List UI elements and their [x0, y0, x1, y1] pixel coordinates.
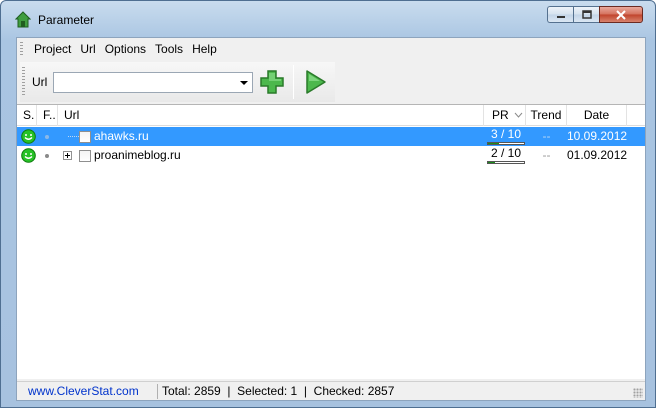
menu-url[interactable]: Url	[76, 38, 100, 60]
menu-project[interactable]: Project	[30, 38, 76, 60]
trend-cell: --	[542, 129, 551, 143]
url-combobox[interactable]	[53, 71, 254, 93]
column-header-pr-label: PR	[492, 108, 509, 122]
add-url-button[interactable]	[257, 67, 287, 97]
row-checkbox[interactable]	[79, 150, 91, 162]
status-ok-smiley-icon	[21, 129, 36, 144]
title-bar[interactable]: Parameter	[1, 1, 655, 37]
column-header-trend[interactable]: Trend	[526, 105, 567, 126]
close-button[interactable]	[599, 6, 643, 23]
house-icon	[15, 11, 31, 28]
maximize-icon	[581, 9, 592, 19]
table-header: S. F.. Url PR Trend Date	[17, 105, 645, 126]
play-icon	[306, 70, 327, 94]
url-table[interactable]: S. F.. Url PR Trend Date ahawks.ru 3 / 1…	[17, 104, 645, 379]
minimize-button[interactable]	[547, 6, 573, 23]
table-row[interactable]: proanimeblog.ru 2 / 10 -- 01.09.2012	[17, 146, 645, 165]
resize-grip[interactable]	[633, 388, 643, 398]
maximize-button[interactable]	[573, 6, 599, 23]
column-header-url[interactable]: Url	[58, 105, 484, 126]
client-area: Project Url Options Tools Help Url S. F.…	[16, 37, 646, 401]
date-cell: 10.09.2012	[567, 129, 628, 143]
status-ok-smiley-icon	[21, 148, 36, 163]
url-cell: proanimeblog.ru	[94, 148, 181, 162]
column-header-pr[interactable]: PR	[484, 105, 526, 126]
plus-icon	[260, 70, 285, 94]
toolbar: Url	[20, 62, 335, 102]
pr-value: 2 / 10	[491, 146, 522, 160]
pr-progress-fill	[488, 162, 496, 163]
column-header-date[interactable]: Date	[567, 105, 627, 126]
url-label: Url	[32, 75, 48, 89]
website-link[interactable]: www.CleverStat.com	[17, 384, 157, 398]
menu-grip[interactable]	[20, 42, 23, 56]
status-bar: www.CleverStat.com Total: 2859 | Selecte…	[17, 381, 645, 400]
menu-options[interactable]: Options	[101, 38, 151, 60]
toolbar-separator	[293, 65, 295, 99]
window-title: Parameter	[38, 13, 95, 27]
pr-progress-bar	[487, 142, 525, 145]
expand-plus-icon[interactable]	[63, 151, 72, 160]
sort-descending-icon	[514, 112, 523, 118]
menu-bar: Project Url Options Tools Help	[17, 38, 645, 60]
tree-connector	[68, 136, 79, 137]
table-row[interactable]: ahawks.ru 3 / 10 -- 10.09.2012	[17, 127, 645, 146]
app-window: Parameter Project Url Options Tools Help…	[0, 0, 656, 408]
url-cell: ahawks.ru	[94, 129, 149, 143]
menu-tools[interactable]: Tools	[151, 38, 188, 60]
status-text: Total: 2859 | Selected: 1 | Checked: 285…	[162, 384, 395, 398]
column-header-status[interactable]: S.	[17, 105, 37, 126]
trend-cell: --	[542, 148, 551, 162]
close-icon	[616, 9, 626, 20]
menu-help[interactable]: Help	[188, 38, 222, 60]
toolbar-grip[interactable]	[22, 67, 25, 97]
row-checkbox[interactable]	[79, 131, 91, 143]
pr-progress-bar	[487, 161, 525, 164]
column-header-flag[interactable]: F..	[37, 105, 58, 126]
run-button[interactable]	[300, 67, 330, 97]
pr-progress-fill	[488, 143, 499, 144]
date-cell: 01.09.2012	[567, 148, 628, 162]
dropdown-arrow-icon[interactable]	[240, 80, 249, 85]
status-separator	[157, 383, 158, 399]
pr-value: 3 / 10	[491, 127, 522, 141]
flag-dot	[45, 135, 49, 139]
flag-dot	[45, 154, 49, 158]
minimize-icon	[556, 15, 565, 18]
caption-buttons	[547, 6, 643, 23]
